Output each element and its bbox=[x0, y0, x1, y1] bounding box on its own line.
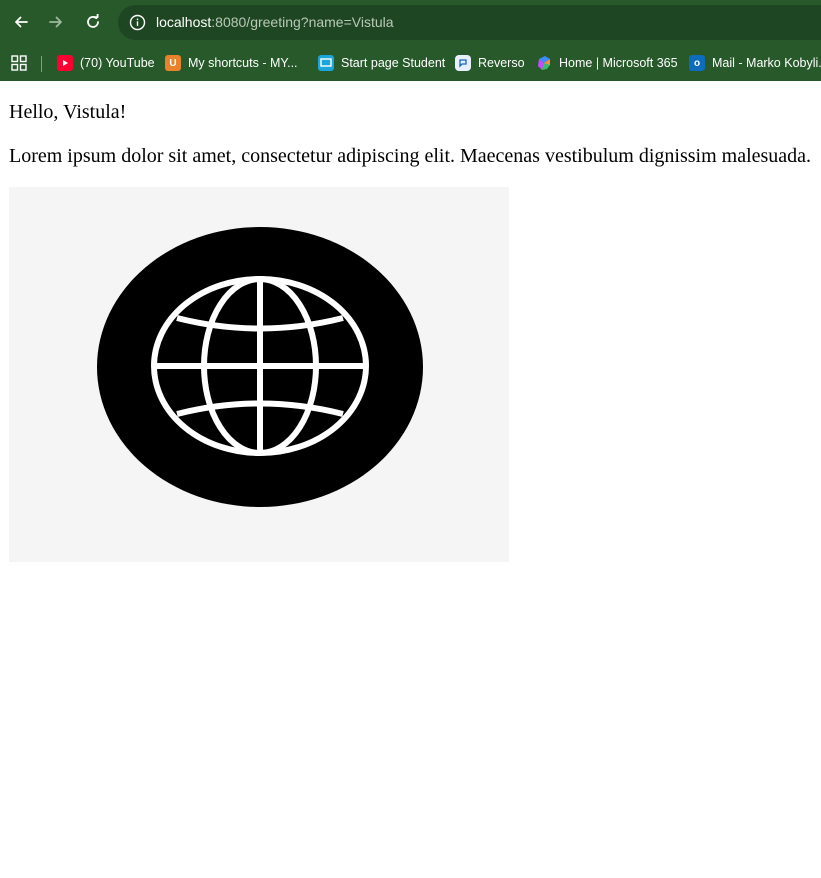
reverso-icon bbox=[455, 55, 471, 71]
url-text: localhost:8080/greeting?name=Vistula bbox=[156, 14, 394, 31]
youtube-icon bbox=[57, 55, 73, 71]
arrow-left-icon bbox=[15, 16, 28, 28]
bookmarks-separator bbox=[41, 56, 42, 72]
back-button[interactable] bbox=[7, 8, 35, 36]
bookmark-youtube[interactable]: (70) YouTube bbox=[57, 53, 155, 73]
bookmark-label: Reverso bbox=[478, 56, 525, 70]
bookmark-reverso[interactable]: Reverso bbox=[455, 53, 525, 73]
browser-toolbar: localhost:8080/greeting?name=Vistula bbox=[0, 0, 821, 45]
globe-icon bbox=[97, 227, 423, 507]
globe-image bbox=[9, 187, 509, 562]
bookmark-label: My shortcuts - MY... bbox=[188, 56, 298, 70]
microsoft365-icon bbox=[536, 55, 552, 71]
arrow-right-icon bbox=[49, 16, 62, 28]
greeting-text: Hello, Vistula! bbox=[9, 101, 127, 123]
bookmark-my-shortcuts[interactable]: U My shortcuts - MY... bbox=[165, 53, 298, 73]
bookmark-label: Home | Microsoft 365 bbox=[559, 56, 678, 70]
url-path: :8080/greeting?name=Vistula bbox=[211, 14, 394, 30]
lorem-paragraph: Lorem ipsum dolor sit amet, consectetur … bbox=[9, 145, 812, 167]
bookmark-microsoft-365[interactable]: Home | Microsoft 365 bbox=[536, 53, 678, 73]
site-info-icon[interactable] bbox=[128, 13, 147, 32]
bookmark-mail[interactable]: o Mail - Marko Kobyli... bbox=[689, 53, 821, 73]
bookmark-start-page-student[interactable]: Start page Student bbox=[318, 53, 445, 73]
reload-icon bbox=[87, 14, 99, 28]
shortcut-u-icon: U bbox=[165, 55, 181, 71]
bookmark-label: Mail - Marko Kobyli... bbox=[712, 56, 821, 70]
bookmark-label: (70) YouTube bbox=[80, 56, 155, 70]
browser-chrome: localhost:8080/greeting?name=Vistula (70… bbox=[0, 0, 821, 81]
apps-grid-icon[interactable] bbox=[11, 55, 27, 71]
student-icon bbox=[318, 55, 334, 71]
bookmarks-bar: (70) YouTube U My shortcuts - MY... Star… bbox=[0, 45, 821, 81]
bookmark-label: Start page Student bbox=[341, 56, 446, 70]
url-host: localhost bbox=[156, 14, 212, 30]
address-bar[interactable]: localhost:8080/greeting?name=Vistula bbox=[118, 5, 821, 40]
outlook-icon: o bbox=[689, 55, 705, 71]
forward-button[interactable] bbox=[42, 8, 70, 36]
reload-button[interactable] bbox=[79, 8, 107, 36]
